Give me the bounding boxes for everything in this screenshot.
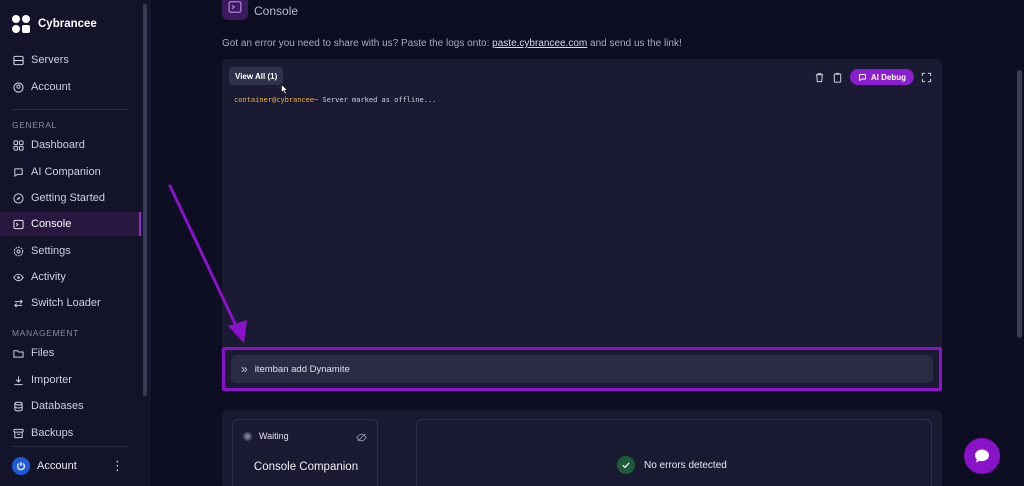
sidebar-item-importer[interactable]: Importer (0, 368, 141, 392)
sidebar-item-ai-companion[interactable]: AI Companion (0, 160, 141, 184)
section-label-general: GENERAL (12, 120, 57, 130)
power-icon (12, 457, 30, 475)
companion-status: Waiting (243, 431, 289, 441)
no-errors-label: No errors detected (644, 459, 727, 471)
sidebar-item-label: Databases (31, 400, 84, 412)
sidebar-item-label: Account (31, 81, 71, 93)
sidebar-item-console[interactable]: Console (0, 212, 141, 236)
sidebar-item-activity[interactable]: Activity (0, 265, 141, 289)
sidebar: Cybrancee Servers Account GENERAL Dashbo… (0, 0, 150, 486)
sidebar-item-label: Switch Loader (31, 297, 101, 309)
sidebar-account-menu[interactable]: Account ⋮ (12, 456, 124, 476)
chat-icon (858, 73, 866, 81)
cybrancee-logo-icon (12, 15, 30, 33)
sidebar-item-label: Servers (31, 54, 69, 66)
expand-icon[interactable] (921, 72, 932, 83)
paste-info-text: Got an error you need to share with us? … (222, 38, 682, 49)
console-panel: View All (1) AI Debug container@cybrance… (222, 59, 942, 392)
clipboard-icon[interactable] (832, 72, 843, 83)
sidebar-item-settings[interactable]: Settings (0, 239, 141, 263)
chat-icon (14, 167, 23, 177)
section-label-management: MANAGEMENT (12, 328, 79, 338)
sidebar-item-label: AI Companion (31, 166, 101, 178)
ai-debug-label: AI Debug (870, 72, 906, 82)
info-suffix: and send us the link! (587, 38, 682, 49)
sidebar-divider (12, 446, 128, 447)
console-log-line: container@cybrancee~ Server marked as of… (234, 96, 436, 104)
ai-debug-button[interactable]: AI Debug (849, 69, 914, 85)
chevrons-right-icon: » (241, 362, 248, 376)
errors-card: No errors detected (416, 419, 932, 486)
brand[interactable]: Cybrancee (12, 14, 97, 34)
sidebar-item-backups[interactable]: Backups (0, 421, 141, 445)
kebab-menu-icon[interactable]: ⋮ (111, 458, 124, 474)
no-errors-status: No errors detected (617, 456, 727, 474)
companion-title: Console Companion (253, 461, 359, 473)
command-input-value: itemban add Dynamite (254, 363, 350, 375)
command-input-highlight: » itemban add Dynamite (222, 347, 942, 391)
terminal-icon (13, 219, 24, 229)
sidebar-item-servers[interactable]: Servers (0, 48, 141, 72)
grid-icon (13, 139, 24, 151)
database-icon (14, 401, 23, 411)
chat-bubble-icon (975, 449, 989, 463)
sidebar-item-label: Getting Started (31, 192, 105, 204)
check-icon (617, 456, 635, 474)
sidebar-item-dashboard[interactable]: Dashboard (0, 133, 141, 157)
status-dot-icon (243, 431, 252, 441)
account-label: Account (37, 460, 77, 472)
main-content: Console Got an error you need to share w… (150, 0, 1024, 486)
log-text: Server marked as offline... (318, 96, 437, 104)
eye-icon (13, 273, 24, 281)
sidebar-scrollbar[interactable] (143, 4, 147, 396)
archive-icon (13, 428, 24, 438)
sidebar-item-databases[interactable]: Databases (0, 394, 141, 418)
command-input[interactable]: » itemban add Dynamite (231, 355, 933, 383)
compass-icon (13, 192, 24, 204)
sidebar-item-label: Activity (31, 271, 66, 283)
info-prefix: Got an error you need to share with us? … (222, 38, 493, 49)
sidebar-item-label: Dashboard (31, 139, 85, 151)
sidebar-item-label: Files (31, 347, 55, 359)
swap-icon (14, 298, 23, 308)
eye-off-icon[interactable] (356, 432, 367, 443)
sidebar-item-label: Backups (31, 427, 74, 439)
mouse-cursor-icon (281, 84, 289, 95)
sidebar-divider (12, 109, 128, 110)
console-toolbar: AI Debug (814, 69, 932, 85)
console-companion-card[interactable]: Waiting Console Companion (232, 419, 378, 486)
paste-link[interactable]: paste.cybrancee.com (492, 38, 587, 49)
gear-icon (13, 246, 24, 256)
sidebar-item-switch-loader[interactable]: Switch Loader (0, 291, 141, 315)
download-icon (14, 375, 23, 385)
brand-name: Cybrancee (38, 18, 97, 30)
trash-icon[interactable] (814, 72, 825, 83)
view-all-button[interactable]: View All (1) (229, 67, 284, 85)
folder-icon (13, 349, 24, 358)
sidebar-item-account[interactable]: Account (0, 75, 141, 99)
page-title: Console (254, 4, 299, 18)
sidebar-item-label: Settings (31, 245, 71, 257)
support-chat-button[interactable] (964, 438, 1000, 474)
sidebar-item-getting-started[interactable]: Getting Started (0, 186, 141, 210)
sidebar-item-label: Importer (31, 374, 72, 386)
companion-panel: Waiting Console Companion No errors dete… (222, 410, 942, 486)
server-icon (13, 55, 24, 65)
user-circle-icon (13, 81, 24, 93)
main-scrollbar[interactable] (1017, 70, 1022, 338)
status-label: Waiting (259, 431, 289, 441)
sidebar-item-files[interactable]: Files (0, 341, 141, 365)
sidebar-item-label: Console (31, 218, 72, 230)
log-prompt: container@cybrancee~ (234, 96, 319, 104)
terminal-icon (222, 0, 248, 20)
